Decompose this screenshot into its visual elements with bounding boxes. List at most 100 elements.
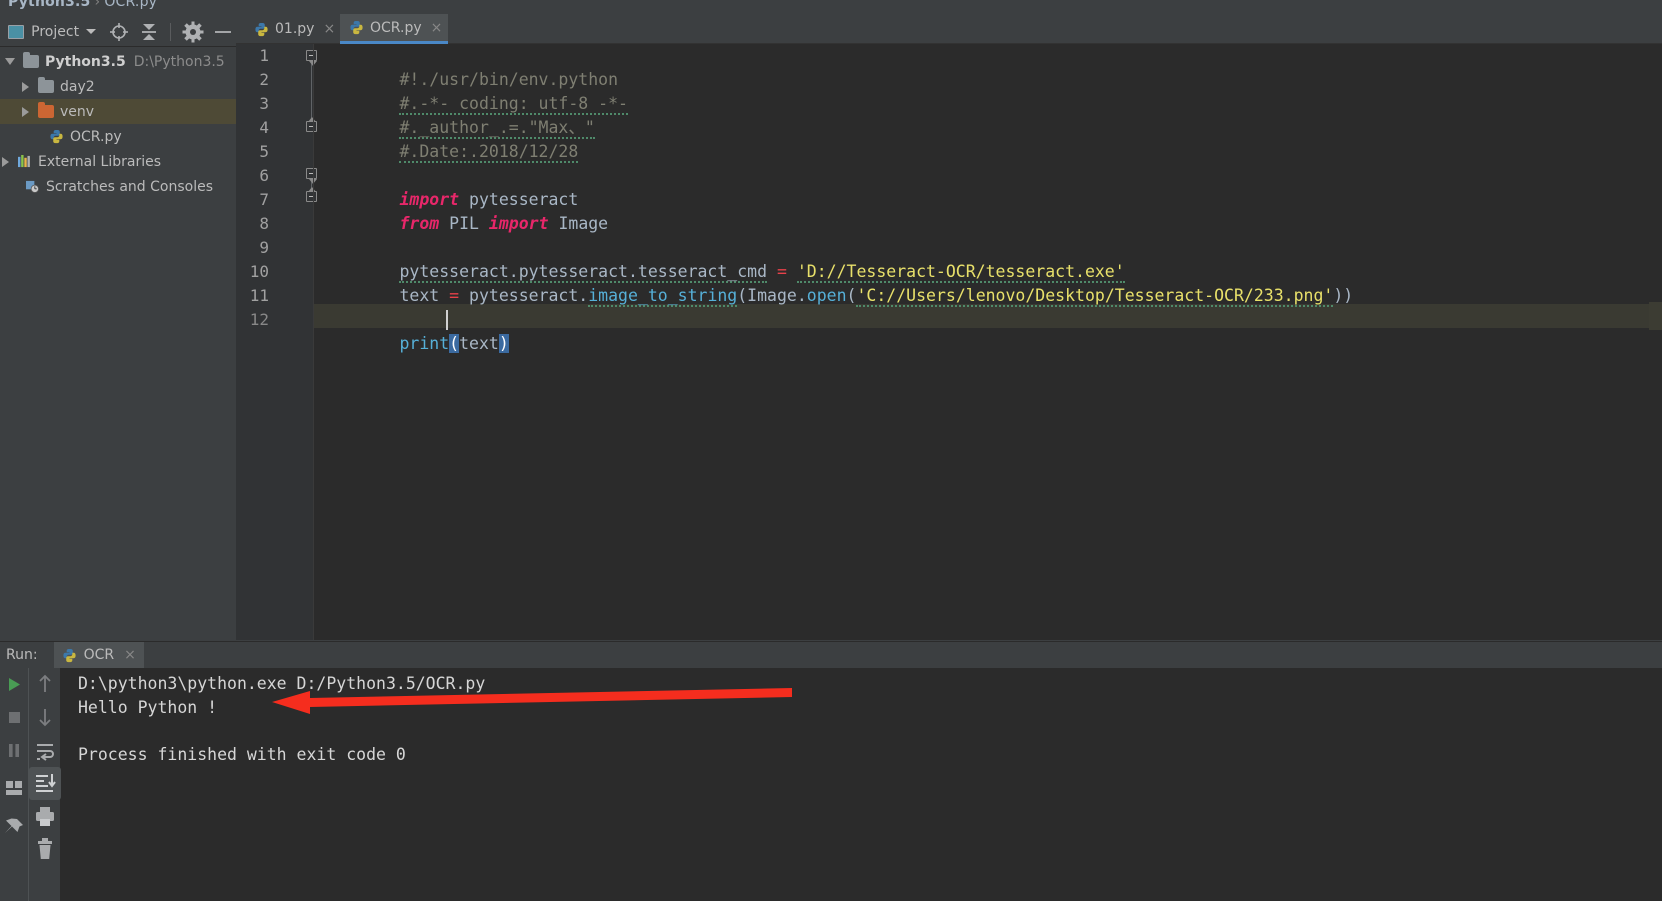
trash-icon[interactable] xyxy=(29,833,61,866)
code-module: Image xyxy=(548,214,609,233)
stop-icon[interactable] xyxy=(0,701,28,734)
gear-icon[interactable] xyxy=(180,19,206,45)
scratches-icon xyxy=(26,180,39,193)
close-icon[interactable]: × xyxy=(323,22,335,36)
tree-item-label: External Libraries xyxy=(38,153,161,170)
tree-item-path: D:\Python3.5 xyxy=(133,53,225,70)
line-number: 2 xyxy=(259,70,269,89)
tree-item-venv[interactable]: venv xyxy=(0,99,236,124)
run-tab-label: OCR xyxy=(83,647,115,663)
editor-tab-bar: 01.py × OCR.py × xyxy=(236,0,1662,44)
fold-marker-end-icon[interactable] xyxy=(306,117,317,132)
scrollbar-caret-marker xyxy=(1649,302,1662,330)
code-keyword: import xyxy=(488,214,549,233)
line-number: 7 xyxy=(259,190,269,209)
toolbar-divider xyxy=(170,22,171,41)
code-identifier: text xyxy=(459,334,499,353)
project-tree[interactable]: Python3.5 D:\Python3.5 day2 venv OCR.py xyxy=(0,47,236,641)
breadcrumb-file[interactable]: OCR.py xyxy=(104,0,157,10)
folder-orange-icon xyxy=(38,102,54,118)
python-file-icon xyxy=(350,20,363,35)
chevron-down-icon[interactable] xyxy=(86,29,97,34)
code-module: PIL xyxy=(439,214,489,233)
tab-ocr-py[interactable]: OCR.py × xyxy=(340,14,449,44)
scroll-to-end-icon[interactable] xyxy=(29,767,61,800)
run-console-panel: D:\python3\python.exe D:/Python3.5/OCR.p… xyxy=(0,668,1662,901)
code-editor[interactable]: 1 2 3 4 5 6 7 8 9 10 11 12 #!./usr/bin/e… xyxy=(236,44,1662,640)
project-view-icon xyxy=(8,24,25,39)
code-line-1: #!./usr/bin/env.python xyxy=(320,44,618,89)
libraries-icon xyxy=(18,155,30,168)
code-line-10: text = pytesseract.image_to_string(Image… xyxy=(320,260,1353,307)
python-file-icon xyxy=(255,22,268,36)
breadcrumb-separator: › xyxy=(94,0,101,10)
run-toolbar-secondary xyxy=(28,668,61,901)
fold-marker-end-icon[interactable] xyxy=(306,187,317,202)
code-line-12: print(text) xyxy=(320,308,509,353)
line-number: 12 xyxy=(249,310,269,329)
fold-marker-collapse-icon[interactable] xyxy=(306,168,317,184)
tree-item-label: venv xyxy=(60,103,95,120)
code-line-4: #.Date:.2018/12/28 xyxy=(320,116,579,163)
editor-gutter[interactable]: 1 2 3 4 5 6 7 8 9 10 11 12 xyxy=(236,44,313,640)
chevron-collapsed-icon[interactable] xyxy=(22,106,29,117)
code-identifier: pytesseract. xyxy=(459,286,589,305)
folder-grey-icon xyxy=(38,77,54,93)
tree-item-scratches-and-consoles[interactable]: Scratches and Consoles xyxy=(0,174,236,199)
fold-marker-collapse-icon[interactable] xyxy=(306,50,317,66)
code-matching-paren: ( xyxy=(449,334,460,353)
tab-01-py[interactable]: 01.py × xyxy=(245,14,341,44)
soft-wrap-icon[interactable] xyxy=(29,734,61,767)
chevron-expanded-icon[interactable] xyxy=(5,58,15,65)
python-file-icon xyxy=(62,648,76,662)
close-icon[interactable]: × xyxy=(431,21,443,35)
tree-item-python35[interactable]: Python3.5 D:\Python3.5 xyxy=(0,49,236,74)
tree-item-external-libraries[interactable]: External Libraries xyxy=(0,149,236,174)
code-matching-paren: ) xyxy=(498,334,509,353)
tree-item-day2[interactable]: day2 xyxy=(0,74,236,99)
pin-icon[interactable] xyxy=(0,809,28,851)
console-line: Hello Python ! xyxy=(78,697,218,717)
python-file-icon xyxy=(50,129,63,144)
code-punctuation: (Image. xyxy=(737,286,807,305)
print-icon[interactable] xyxy=(29,800,61,833)
code-comment: #.Date:.2018/12/28 xyxy=(399,142,579,163)
line-number: 8 xyxy=(259,214,269,233)
code-keyword: from xyxy=(399,214,440,233)
line-number: 10 xyxy=(249,262,269,281)
text-caret xyxy=(446,310,448,330)
tree-item-label: OCR.py xyxy=(70,128,122,145)
layout-icon[interactable] xyxy=(0,767,28,809)
collapse-all-icon[interactable] xyxy=(136,19,162,45)
run-tool-window-header: Run: OCR × xyxy=(0,641,1662,669)
line-number: 4 xyxy=(259,118,269,137)
code-punctuation: )) xyxy=(1333,286,1354,305)
breadcrumb: Python3.5 › OCR.py xyxy=(8,0,157,10)
run-label: Run: xyxy=(6,647,38,663)
code-text[interactable]: #!./usr/bin/env.python #.-*- coding: utf… xyxy=(320,44,1662,640)
locate-icon[interactable] xyxy=(106,19,132,45)
chevron-collapsed-icon[interactable] xyxy=(2,156,9,167)
code-identifier: text xyxy=(399,286,450,305)
run-tab-ocr[interactable]: OCR × xyxy=(53,641,144,669)
code-line-2: #.-*- coding: utf-8 -*- xyxy=(320,68,628,115)
minimize-icon[interactable] xyxy=(210,19,236,45)
line-number: 11 xyxy=(249,286,269,305)
tree-item-label: Python3.5 xyxy=(45,53,126,70)
tree-item-label: day2 xyxy=(60,78,95,95)
down-arrow-icon[interactable] xyxy=(29,701,61,734)
up-arrow-icon[interactable] xyxy=(29,668,61,701)
code-line-3: #._author_.=."Max、" xyxy=(320,92,595,139)
pause-icon[interactable] xyxy=(0,734,28,767)
run-icon[interactable] xyxy=(0,668,28,701)
tab-label: 01.py xyxy=(275,21,315,37)
code-line-6: import pytesseract xyxy=(320,164,578,209)
chevron-collapsed-icon[interactable] xyxy=(22,81,29,92)
close-icon[interactable]: × xyxy=(124,647,136,663)
breadcrumb-project[interactable]: Python3.5 xyxy=(8,0,91,10)
project-panel-label[interactable]: Project xyxy=(31,24,79,40)
console-line: Process finished with exit code 0 xyxy=(78,744,406,764)
editor-vertical-scrollbar[interactable] xyxy=(1649,44,1662,640)
spacer-icon xyxy=(39,133,46,140)
tree-item-ocr-py[interactable]: OCR.py xyxy=(0,124,236,149)
